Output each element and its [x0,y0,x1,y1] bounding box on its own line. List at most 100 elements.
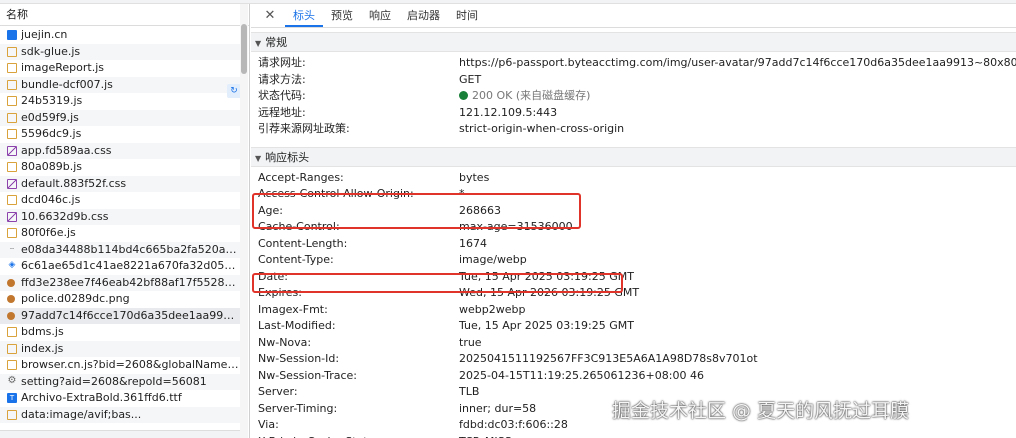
general-section-title: 常规 [265,36,288,49]
request-row[interactable]: 80a089b.js [0,159,240,176]
request-name: app.fd589aa.css [21,143,112,157]
image-file-icon [7,311,15,320]
response-header-row: Content-Length: 1674 [251,236,1016,253]
header-key: Server-Timing: [258,401,338,415]
request-name: sdk-glue.js [21,44,81,58]
js-file-icon [7,409,17,420]
header-value: image/webp [459,253,527,266]
request-name: Archivo-ExtraBold.361ffd6.ttf [21,391,182,404]
response-headers-section-header[interactable]: ▼ 响应标头 [251,146,1016,167]
request-row[interactable]: bdms.js [0,324,240,341]
highlight-box-expires [252,273,623,293]
header-value: true [459,335,482,349]
request-row[interactable]: 97add7c14f6cce170d6a35dee1aa9913~80x8... [0,307,240,324]
request-row[interactable]: index.js [0,340,240,357]
header-key: Nw-Session-Id: [258,352,340,365]
tab-response[interactable]: 响应 [361,5,399,27]
header-value: bytes [459,170,490,184]
header-key: Content-Length: [258,236,348,250]
js-file-icon [7,96,17,107]
js-file-icon [7,195,17,206]
request-name: e08da34488b114bd4c665ba2fa520a31.svg [21,242,240,256]
tab-preview[interactable]: 预览 [323,5,361,27]
header-key: Content-Type: [258,253,334,266]
request-row[interactable]: -- e08da34488b114bd4c665ba2fa520a31.svg [0,241,240,258]
request-name: browser.cn.js?bid=2608&globalName=Slard.… [21,358,240,371]
response-header-row: Accept-Ranges: bytes [251,170,1016,187]
js-file-icon [7,129,17,140]
general-row-referrer: 引荐来源网址政策: strict-origin-when-cross-origi… [251,121,1016,138]
request-row[interactable]: ⚙ setting?aid=2608&repoId=56081 [0,373,240,390]
js-file-icon [7,360,17,371]
header-value: webp2webp [459,302,526,316]
dash-icon: -- [9,244,15,252]
refresh-icon[interactable]: ↻ [227,84,241,98]
name-column-header[interactable]: 名称 [0,4,249,26]
request-name: 6c61ae65d1c41ae8221a670fa32d05aa.svg [21,259,240,272]
gear-icon: ⚙ [7,374,17,386]
js-file-icon [7,162,17,173]
general-row-url: 请求网址: https://p6-passport.byteacctimg.co… [251,55,1016,72]
status-code-value: 200 OK (来自磁盘缓存) [459,88,590,105]
header-value: fdbd:dc03:f:606::28 [459,418,568,431]
request-row[interactable]: ◈ 6c61ae65d1c41ae8221a670fa32d05aa.svg [0,258,240,275]
request-row[interactable]: 5596dc9.js [0,126,240,143]
request-url-value: https://p6-passport.byteacctimg.com/img/… [459,56,1016,69]
request-row[interactable]: ffd3e238ee7f46eab42bf88af17f5528~tplv-k3… [0,274,240,291]
request-row[interactable]: e0d59f9.js [0,109,240,126]
scrollbar-thumb[interactable] [241,24,247,74]
tab-timing[interactable]: 时间 [448,5,486,27]
request-row[interactable]: dcd046c.js [0,192,240,209]
request-row[interactable]: app.fd589aa.css [0,142,240,159]
response-header-row: Last-Modified: Tue, 15 Apr 2025 03:19:25 … [251,318,1016,335]
request-row[interactable]: juejin.cn [0,27,240,44]
request-row[interactable]: default.883f52f.css [0,175,240,192]
request-name: bdms.js [21,325,64,338]
image-file-icon [7,295,15,304]
request-url-key: 请求网址: [258,56,306,69]
response-headers-title: 响应标头 [265,150,310,164]
request-name: police.d0289dc.png [21,292,130,305]
status-code-text: 200 OK [472,89,513,102]
tab-initiator[interactable]: 启动器 [399,5,448,27]
request-row[interactable]: sdk-glue.js [0,43,240,60]
referrer-policy-value: strict-origin-when-cross-origin [459,122,625,135]
collapse-triangle-icon: ▼ [255,153,262,163]
general-row-method: 请求方法: GET [251,72,1016,89]
js-file-icon [7,343,17,354]
general-row-remote: 远程地址: 121.12.109.5:443 [251,105,1016,122]
request-name: default.883f52f.css [21,176,127,190]
js-file-icon [7,46,17,57]
js-file-icon [7,327,17,338]
status-bar [0,430,240,438]
highlight-box-age-cache [252,193,581,229]
svg-file-icon: ◈ [8,260,16,271]
header-key: Via: [258,418,279,431]
request-name: juejin.cn [21,28,68,41]
detail-tabs: ✕ 标头 预览 响应 启动器 时间 [251,4,1016,28]
close-icon[interactable]: ✕ [261,5,279,27]
general-section-header[interactable]: ▼ 常规 [251,32,1016,52]
general-section: 请求网址: https://p6-passport.byteacctimg.co… [251,52,1016,138]
request-row[interactable]: bundle-dcf007.js [0,76,240,93]
request-row[interactable]: 80f0f6e.js [0,225,240,242]
request-row[interactable]: police.d0289dc.png [0,291,240,308]
remote-address-value: 121.12.109.5:443 [459,105,558,119]
request-row[interactable]: 24b5319.js [0,93,240,110]
request-name: 24b5319.js [21,94,83,107]
header-value: Tue, 15 Apr 2025 03:19:25 GMT [459,319,634,332]
request-method-value: GET [459,72,482,86]
request-method-key: 请求方法: [258,72,306,86]
request-name: data:image/avif;bas... [21,407,142,421]
request-list: juejin.cn sdk-glue.js imageReport.js bundle… [0,27,240,423]
request-row[interactable]: imageReport.js [0,60,240,77]
request-name: 97add7c14f6cce170d6a35dee1aa9913~80x8... [21,308,240,322]
request-name: bundle-dcf007.js [21,77,113,91]
tab-headers[interactable]: 标头 [285,5,323,27]
request-row[interactable]: 10.6632d9b.css [0,208,240,225]
request-row[interactable]: data:image/avif;bas... [0,406,240,423]
request-list-scrollbar[interactable] [240,4,248,438]
request-name: e0d59f9.js [21,110,79,124]
request-row[interactable]: T Archivo-ExtraBold.361ffd6.ttf [0,390,240,407]
request-row[interactable]: browser.cn.js?bid=2608&globalName=Slard.… [0,357,240,374]
